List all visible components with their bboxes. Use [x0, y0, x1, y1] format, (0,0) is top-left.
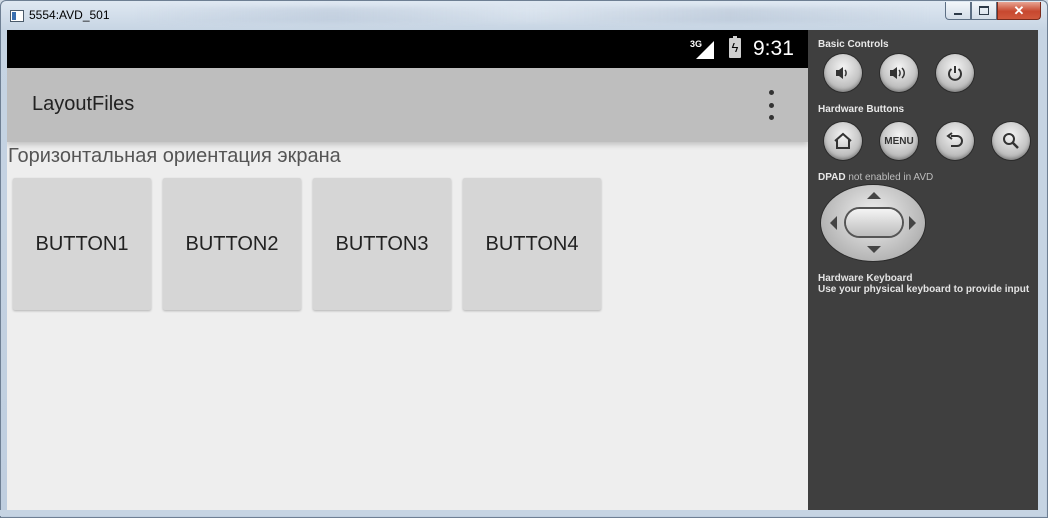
signal-icon	[696, 41, 714, 59]
window-title: 5554:AVD_501	[29, 8, 110, 22]
home-button[interactable]	[824, 122, 862, 160]
hardware-keyboard-description: Use your physical keyboard to provide in…	[818, 284, 1030, 295]
status-bar: 3G ϟ 9:31	[7, 30, 808, 68]
app-title: LayoutFiles	[32, 93, 135, 115]
dpad-left-icon[interactable]	[830, 216, 837, 230]
dpad-down-icon[interactable]	[867, 246, 881, 253]
emulator-controls: Basic Controls Hardware Buttons MENU DPA…	[809, 30, 1038, 510]
dpad-up-icon[interactable]	[867, 192, 881, 199]
orientation-label: Горизонтальная ориентация экрана	[8, 145, 341, 167]
search-button[interactable]	[992, 122, 1030, 160]
overflow-menu-icon[interactable]	[759, 90, 783, 120]
button-4[interactable]: BUTTON4	[463, 178, 601, 310]
dpad-label-title: DPAD	[818, 172, 846, 183]
power-button[interactable]	[936, 54, 974, 92]
battery-charging-icon: ϟ	[729, 36, 741, 58]
back-button[interactable]	[936, 122, 974, 160]
close-button[interactable]: ✕	[997, 2, 1041, 20]
status-clock: 9:31	[753, 37, 794, 60]
maximize-icon	[979, 6, 989, 15]
menu-label: MENU	[884, 135, 914, 147]
device-screen: 3G ϟ 9:31 LayoutFiles Горизонтальная ори…	[7, 30, 808, 510]
volume-down-icon	[836, 67, 847, 79]
search-icon	[1003, 133, 1019, 149]
home-icon	[834, 132, 852, 149]
button-2[interactable]: BUTTON2	[163, 178, 301, 310]
back-icon	[946, 132, 963, 147]
menu-button[interactable]: MENU	[880, 122, 918, 160]
window-app-icon	[10, 10, 24, 22]
hardware-buttons-label: Hardware Buttons	[818, 104, 905, 115]
title-bar-background	[131, 7, 931, 23]
close-icon: ✕	[1013, 2, 1025, 18]
action-bar: LayoutFiles	[7, 68, 808, 142]
caption-buttons: ✕	[945, 2, 1041, 20]
minimize-icon	[954, 12, 962, 15]
power-icon	[948, 66, 962, 81]
dpad-center-button[interactable]	[846, 209, 902, 236]
emulator-body: 3G ϟ 9:31 LayoutFiles Горизонтальная ори…	[7, 30, 1038, 510]
volume-up-icon	[890, 67, 905, 79]
dpad-label-note: not enabled in AVD	[848, 172, 934, 183]
dpad[interactable]	[821, 185, 931, 265]
title-bar[interactable]: 5554:AVD_501 ✕	[1, 1, 1047, 31]
hardware-keyboard-title: Hardware Keyboard	[818, 273, 913, 284]
window-frame-right	[1038, 30, 1046, 510]
basic-controls-label: Basic Controls	[818, 39, 889, 50]
minimize-button[interactable]	[945, 2, 971, 20]
dpad-label: DPAD not enabled in AVD	[818, 172, 933, 183]
window-frame-bottom	[0, 510, 1046, 516]
button-1[interactable]: BUTTON1	[13, 178, 151, 310]
volume-up-button[interactable]	[880, 54, 918, 92]
button-3[interactable]: BUTTON3	[313, 178, 451, 310]
volume-down-button[interactable]	[824, 54, 862, 92]
dpad-right-icon[interactable]	[909, 216, 916, 230]
maximize-button[interactable]	[971, 2, 997, 20]
